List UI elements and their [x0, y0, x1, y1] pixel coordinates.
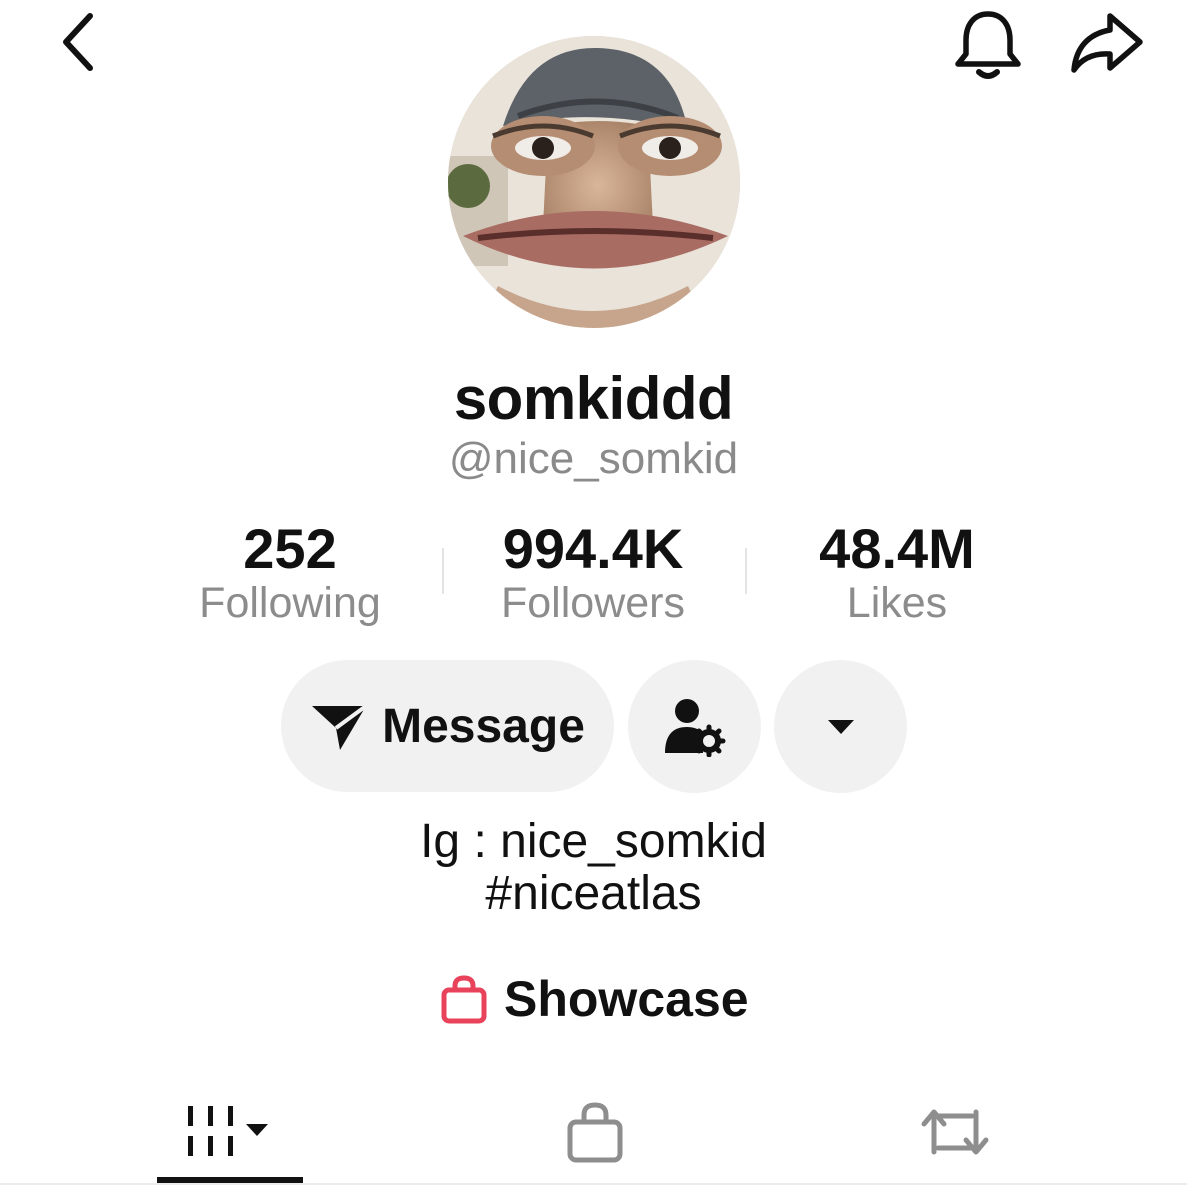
profile-avatar[interactable] [448, 36, 740, 328]
repost-icon [921, 1109, 989, 1155]
back-button[interactable] [50, 10, 110, 74]
stat-followers[interactable]: 994.4K Followers [443, 517, 743, 627]
showcase-label: Showcase [504, 971, 749, 1027]
likes-label: Likes [846, 579, 948, 627]
paper-plane-icon [312, 704, 368, 750]
message-button[interactable]: Message [281, 660, 614, 792]
shopping-bag-icon [567, 1102, 623, 1163]
display-name: somkiddd [453, 365, 734, 432]
likes-count: 48.4M [819, 517, 975, 580]
shopping-bag-icon [441, 975, 487, 1024]
followers-count: 994.4K [502, 517, 684, 580]
following-label: Following [199, 579, 381, 627]
tab-bar-divider [0, 1183, 1187, 1185]
tab-shop[interactable] [520, 1080, 670, 1184]
followers-label: Followers [501, 579, 685, 627]
bio-hashtag[interactable]: #niceatlas [0, 868, 1187, 920]
chevron-left-icon [63, 13, 93, 71]
share-arrow-icon [1071, 13, 1143, 73]
bell-icon [955, 11, 1021, 79]
video-grid-icon [188, 1106, 268, 1156]
avatar-image [448, 36, 740, 328]
message-label: Message [382, 699, 585, 753]
tab-videos[interactable] [155, 1080, 305, 1184]
stat-likes[interactable]: 48.4M Likes [747, 517, 1047, 627]
tab-reposts[interactable] [880, 1080, 1030, 1184]
bio-line: Ig : nice_somkid [420, 815, 767, 868]
notification-button[interactable] [946, 6, 1030, 82]
showcase-link[interactable]: Showcase [440, 964, 749, 1034]
friends-settings-button[interactable] [628, 660, 761, 793]
caret-down-icon [827, 719, 854, 734]
user-settings-icon [664, 698, 725, 757]
share-button[interactable] [1064, 8, 1150, 78]
following-count: 252 [243, 517, 337, 580]
username: @nice_somkid [448, 434, 739, 483]
stat-following[interactable]: 252 Following [140, 517, 440, 627]
more-options-button[interactable] [774, 660, 907, 793]
